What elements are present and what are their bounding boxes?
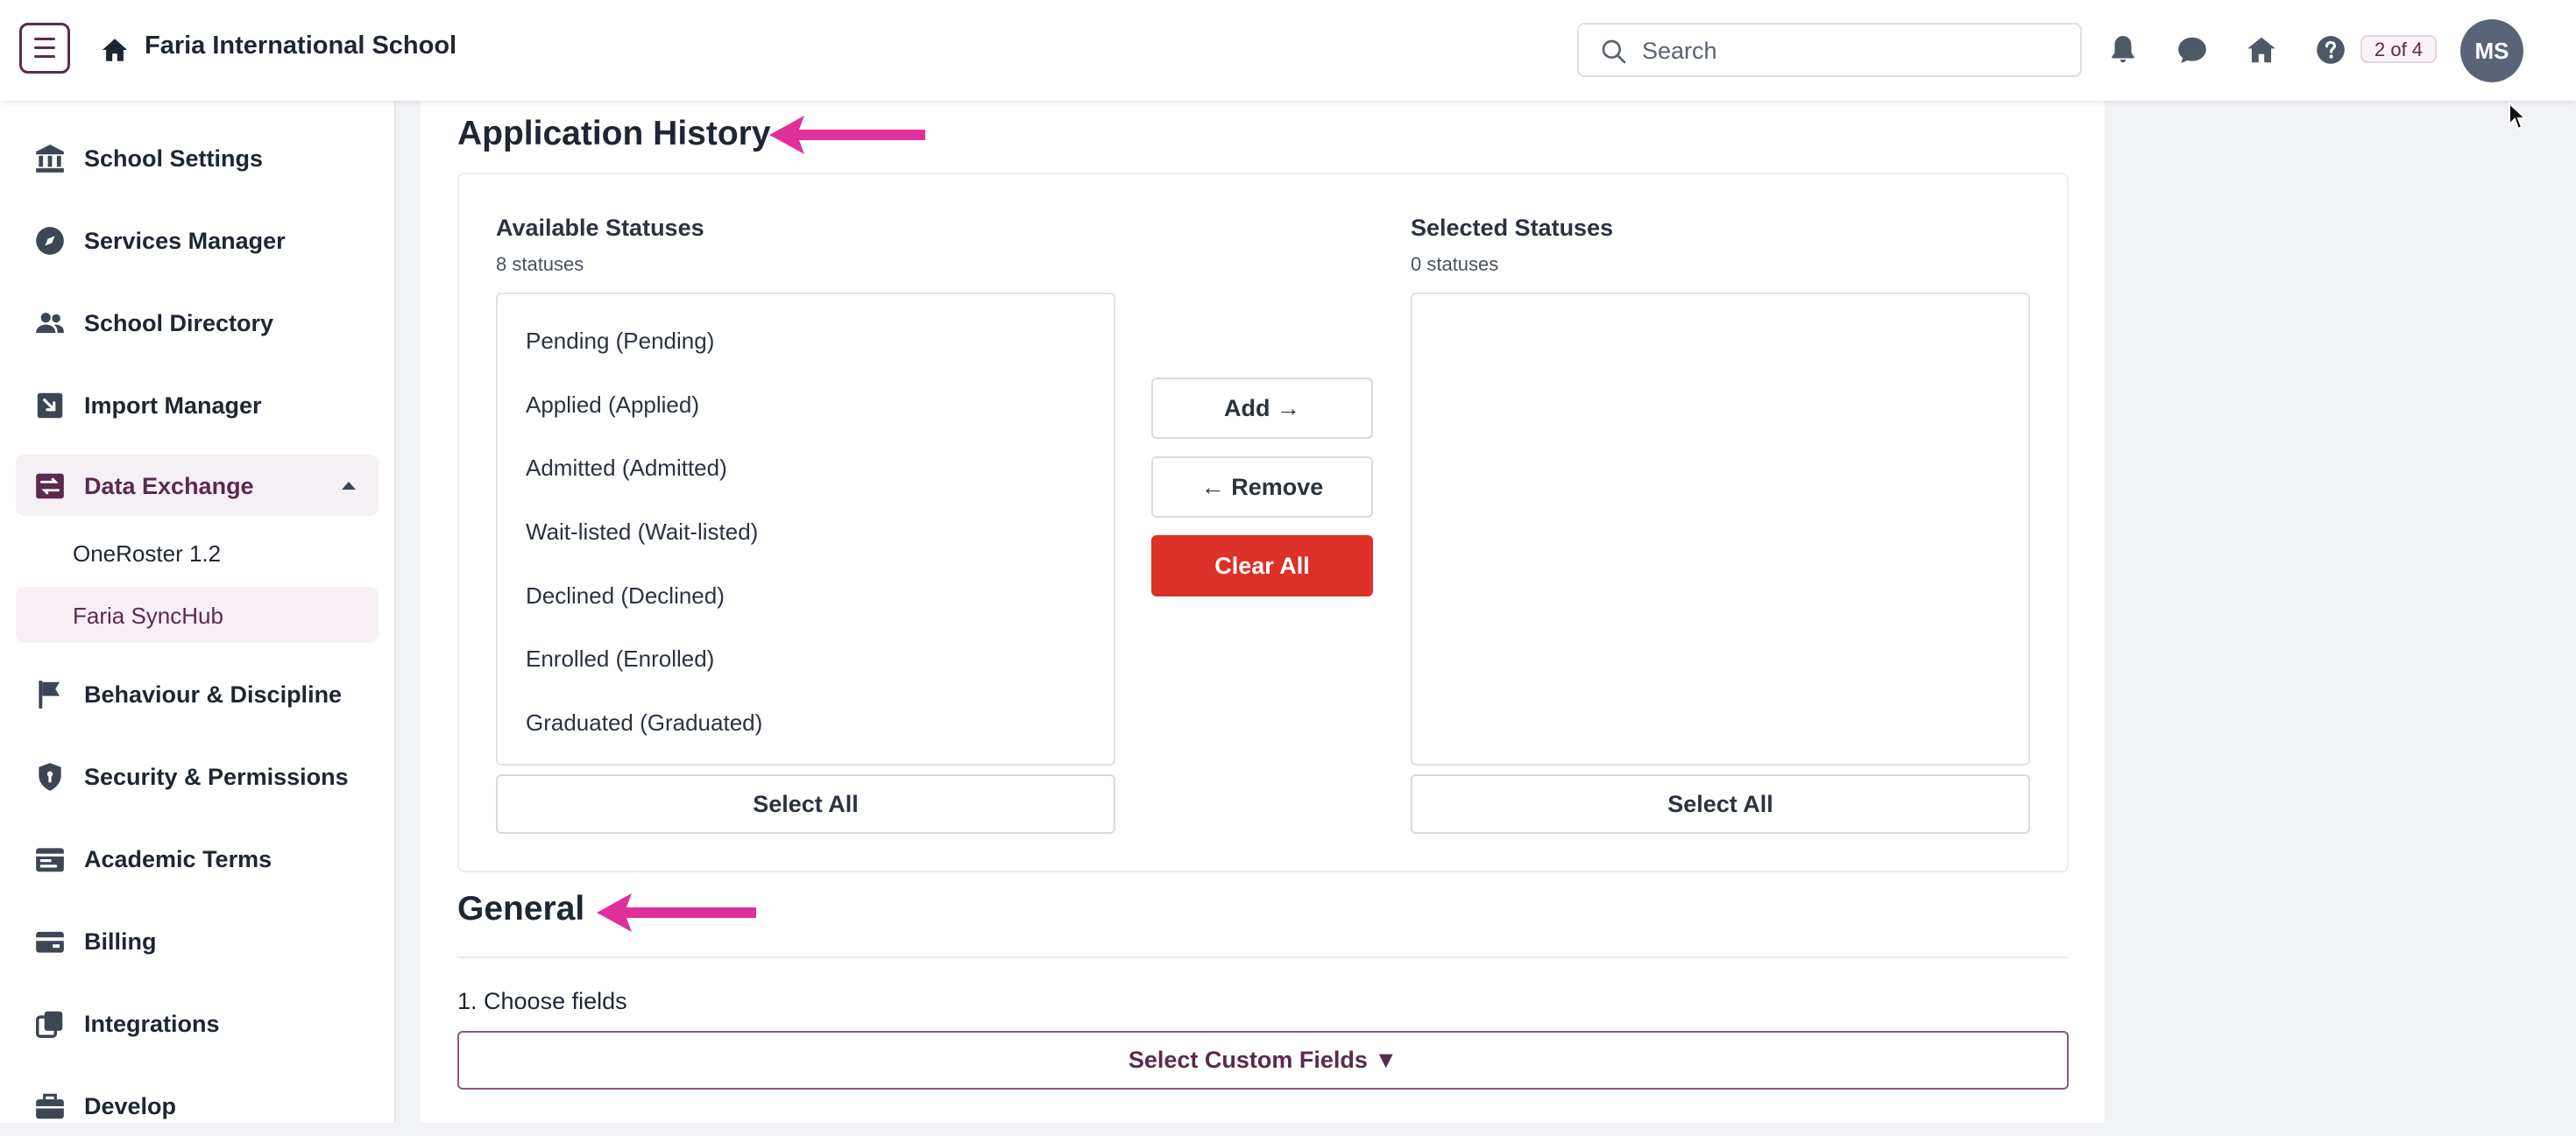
sidebar-item-label: Billing xyxy=(84,928,157,955)
sidebar-subitem-label: OneRoster 1.2 xyxy=(73,540,222,567)
selected-statuses-list[interactable] xyxy=(1411,293,2030,766)
bell-icon[interactable] xyxy=(2106,33,2140,67)
available-select-all-button[interactable]: Select All xyxy=(496,774,1115,834)
sidebar-item-label: Develop xyxy=(84,1093,177,1119)
general-heading: General xyxy=(457,890,585,928)
help-icon[interactable] xyxy=(2314,33,2347,67)
sidebar-item-label: Services Manager xyxy=(84,228,286,254)
layers-icon xyxy=(36,1011,63,1038)
sidebar: School Settings Services Manager School … xyxy=(0,101,396,1123)
status-option[interactable]: Applied (Applied) xyxy=(526,392,699,419)
top-bar: Faria International School 2 of 4 MS xyxy=(0,0,2576,101)
sidebar-item-data-exchange[interactable]: Data Exchange xyxy=(16,455,379,516)
bank-icon xyxy=(36,145,64,173)
available-statuses-list[interactable]: Pending (Pending) Applied (Applied) Admi… xyxy=(496,293,1115,766)
sidebar-item-label: School Settings xyxy=(84,145,264,172)
status-option[interactable]: Wait-listed (Wait-listed) xyxy=(526,519,758,546)
select-custom-fields-button[interactable]: Select Custom Fields ▼ xyxy=(457,1031,2069,1090)
sidebar-item-label: Import Manager xyxy=(84,392,262,419)
section-divider xyxy=(457,956,2069,958)
hamburger-menu-button[interactable] xyxy=(19,23,70,74)
calendar-icon xyxy=(36,848,64,872)
sidebar-item-billing[interactable]: Billing xyxy=(16,910,379,971)
status-option[interactable]: Admitted (Admitted) xyxy=(526,455,727,482)
sidebar-item-services-manager[interactable]: Services Manager xyxy=(16,209,379,271)
clear-all-button[interactable]: Clear All xyxy=(1151,535,1373,596)
add-button[interactable]: Add → xyxy=(1151,377,1373,439)
menu-line xyxy=(34,46,55,49)
choose-fields-label: 1. Choose fields xyxy=(457,988,627,1014)
remove-button[interactable]: ← Remove xyxy=(1151,456,1373,518)
sidebar-subitem-oneroster[interactable]: OneRoster 1.2 xyxy=(16,525,379,581)
selected-statuses-title: Selected Statuses xyxy=(1411,215,1614,241)
page-counter-badge: 2 of 4 xyxy=(2360,35,2438,63)
application-history-heading: Application History xyxy=(457,115,771,152)
selected-select-all-button[interactable]: Select All xyxy=(1411,774,2030,834)
sidebar-item-label: Security & Permissions xyxy=(84,764,349,790)
sidebar-item-label: Integrations xyxy=(84,1011,220,1037)
wallet-icon xyxy=(36,931,64,953)
sidebar-item-behaviour-discipline[interactable]: Behaviour & Discipline xyxy=(16,663,379,724)
selected-statuses-count: 0 statuses xyxy=(1411,253,1499,275)
sidebar-item-integrations[interactable]: Integrations xyxy=(16,992,379,1054)
available-statuses-count: 8 statuses xyxy=(496,253,584,275)
menu-line xyxy=(34,55,55,58)
sidebar-subitem-label: Faria SyncHub xyxy=(73,603,223,629)
search-icon xyxy=(1602,39,1626,64)
annotation-arrow-icon xyxy=(597,893,756,932)
search-box[interactable] xyxy=(1577,23,2082,77)
data-exchange-icon xyxy=(36,473,64,499)
school-icon[interactable] xyxy=(2245,33,2278,67)
sidebar-item-school-directory[interactable]: School Directory xyxy=(16,292,379,353)
sidebar-item-label: School Directory xyxy=(84,310,274,336)
status-option[interactable]: Graduated (Graduated) xyxy=(526,709,762,737)
chat-icon[interactable] xyxy=(2176,33,2209,67)
search-input[interactable] xyxy=(1640,33,2064,68)
sidebar-item-security-permissions[interactable]: Security & Permissions xyxy=(16,745,379,807)
shield-icon xyxy=(39,763,61,791)
people-icon xyxy=(36,313,64,334)
annotation-arrow-icon xyxy=(769,116,925,154)
flag-icon xyxy=(39,681,60,709)
sidebar-item-school-settings[interactable]: School Settings xyxy=(16,127,379,188)
sidebar-item-import-manager[interactable]: Import Manager xyxy=(16,374,379,435)
import-icon xyxy=(37,392,63,419)
status-option[interactable]: Pending (Pending) xyxy=(526,328,714,355)
sidebar-subitem-faria-synchub[interactable]: Faria SyncHub xyxy=(16,587,379,643)
briefcase-icon xyxy=(36,1093,64,1119)
sidebar-item-label: Academic Terms xyxy=(84,846,272,872)
compass-icon xyxy=(36,227,64,255)
sidebar-item-label: Behaviour & Discipline xyxy=(84,681,343,708)
available-statuses-title: Available Statuses xyxy=(496,215,704,241)
school-name[interactable]: Faria International School xyxy=(145,32,456,60)
mouse-cursor-icon xyxy=(2509,102,2527,131)
home-icon[interactable] xyxy=(100,35,130,65)
status-option[interactable]: Enrolled (Enrolled) xyxy=(526,646,714,673)
user-avatar[interactable]: MS xyxy=(2460,19,2523,82)
sidebar-item-develop[interactable]: Develop xyxy=(16,1075,379,1136)
menu-line xyxy=(34,38,55,40)
chevron-up-icon[interactable] xyxy=(340,480,357,490)
sidebar-item-academic-terms[interactable]: Academic Terms xyxy=(16,828,379,889)
sidebar-item-label: Data Exchange xyxy=(84,473,254,499)
status-option[interactable]: Declined (Declined) xyxy=(526,582,725,610)
